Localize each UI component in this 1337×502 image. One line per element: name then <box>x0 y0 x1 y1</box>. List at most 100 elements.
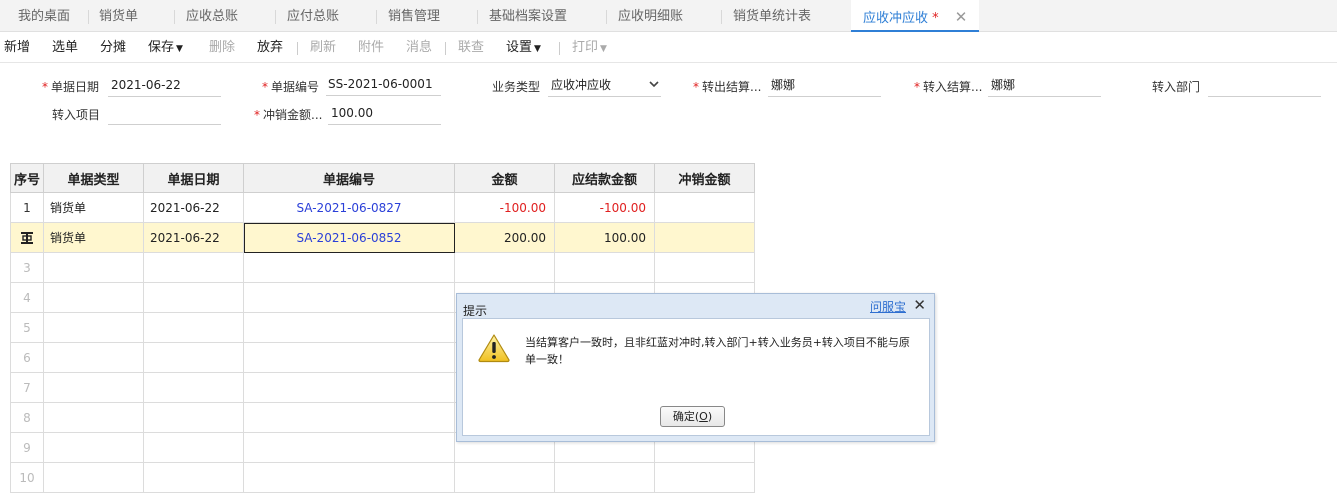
table-row[interactable]: 1 销货单 2021-06-22 SA-2021-06-0827 -100.00… <box>10 192 755 223</box>
empty-cell[interactable] <box>143 342 244 373</box>
required-marker: * <box>262 80 268 94</box>
biz-type-select[interactable]: 应收冲应收 <box>548 75 661 97</box>
select-doc-button[interactable]: 选单 <box>52 33 78 63</box>
row-insert-delete-icon[interactable] <box>20 231 34 245</box>
empty-cell[interactable] <box>243 282 455 313</box>
empty-cell[interactable] <box>243 372 455 403</box>
tab-bar: 我的桌面 销货单 应收总账 应付总账 销售管理 基础档案设置 应收明细账 销货单… <box>0 0 1337 32</box>
in-dept-field[interactable] <box>1208 75 1321 97</box>
new-button[interactable]: 新增 <box>4 33 30 63</box>
row-index: 6 <box>10 342 44 373</box>
empty-row[interactable]: 10 <box>10 462 755 493</box>
empty-cell[interactable] <box>143 312 244 343</box>
ok-button[interactable]: 确定(O) <box>660 406 725 427</box>
column-header-index[interactable]: 序号 <box>10 163 44 193</box>
empty-cell[interactable] <box>43 462 144 493</box>
empty-cell[interactable] <box>243 252 455 283</box>
doc-number-field[interactable]: SS-2021-06-0001 <box>326 74 441 96</box>
empty-cell[interactable] <box>143 402 244 433</box>
tab-payable-ledger[interactable]: 应付总账 <box>287 0 339 32</box>
empty-cell[interactable] <box>143 432 244 463</box>
empty-cell[interactable] <box>554 252 655 283</box>
empty-row[interactable]: 3 <box>10 252 755 283</box>
empty-cell[interactable] <box>554 462 655 493</box>
print-menu-button[interactable]: 打印 ▼ <box>572 33 607 63</box>
empty-cell[interactable] <box>43 402 144 433</box>
dialog-body: 当结算客户一致时，且非红蓝对冲时,转入部门+转入业务员+转入项目不能与原单一致！… <box>462 318 930 436</box>
offset-amount-cell[interactable] <box>654 192 755 223</box>
empty-cell[interactable] <box>43 342 144 373</box>
empty-cell[interactable] <box>454 252 555 283</box>
close-icon[interactable]: ✕ <box>913 296 926 314</box>
discard-button[interactable]: 放弃 <box>257 33 283 63</box>
split-button[interactable]: 分摊 <box>100 33 126 63</box>
label-text: 转出结算... <box>702 80 762 94</box>
toolbar-divider <box>445 42 446 55</box>
alert-dialog: 提示 问服宝 ✕ 当结算客户一致时，且非红蓝对冲时,转入部门+转入业务员+转入项… <box>456 293 935 442</box>
doc-date-cell[interactable]: 2021-06-22 <box>143 192 244 223</box>
amount-cell[interactable]: -100.00 <box>454 192 555 223</box>
offset-amount-label: * 冲销金额... <box>254 106 322 123</box>
delete-button[interactable]: 删除 <box>209 33 235 63</box>
empty-cell[interactable] <box>654 462 755 493</box>
tab-sales-stats[interactable]: 销货单统计表 <box>733 0 811 32</box>
row-operation-cell[interactable] <box>10 222 44 253</box>
doc-date-cell[interactable]: 2021-06-22 <box>143 222 244 253</box>
empty-cell[interactable] <box>243 462 455 493</box>
amount-cell[interactable]: 200.00 <box>454 222 555 253</box>
empty-cell[interactable] <box>243 402 455 433</box>
row-index: 7 <box>10 372 44 403</box>
due-amount-cell[interactable]: -100.00 <box>554 192 655 223</box>
save-menu-button[interactable]: 保存 ▼ <box>148 33 183 63</box>
out-customer-field[interactable]: 娜娜 <box>768 75 881 97</box>
empty-cell[interactable] <box>43 372 144 403</box>
doc-type-cell[interactable]: 销货单 <box>43 222 144 253</box>
empty-cell[interactable] <box>654 252 755 283</box>
tab-receivable-detail[interactable]: 应收明细账 <box>618 0 683 32</box>
empty-cell[interactable] <box>43 432 144 463</box>
in-project-field[interactable] <box>108 103 221 125</box>
help-link[interactable]: 问服宝 <box>870 298 906 315</box>
settings-menu-button[interactable]: 设置 ▼ <box>506 33 541 63</box>
tab-receivable-ledger[interactable]: 应收总账 <box>186 0 238 32</box>
column-header-doc-type[interactable]: 单据类型 <box>43 163 144 193</box>
due-amount-cell[interactable]: 100.00 <box>554 222 655 253</box>
doc-number-link[interactable]: SA-2021-06-0827 <box>243 192 455 223</box>
empty-cell[interactable] <box>143 372 244 403</box>
linked-query-button[interactable]: 联查 <box>458 33 484 63</box>
tab-basic-settings[interactable]: 基础档案设置 <box>489 0 567 32</box>
empty-cell[interactable] <box>43 312 144 343</box>
column-header-doc-date[interactable]: 单据日期 <box>143 163 244 193</box>
close-tab-icon[interactable]: ✕ <box>955 8 968 26</box>
doc-date-field[interactable]: 2021-06-22 <box>108 75 221 97</box>
column-header-doc-number[interactable]: 单据编号 <box>243 163 455 193</box>
tab-desktop[interactable]: 我的桌面 <box>18 0 70 32</box>
offset-amount-cell[interactable] <box>654 222 755 253</box>
column-header-offset-amount[interactable]: 冲销金额 <box>654 163 755 193</box>
tab-receivable-offset[interactable]: 应收冲应收 * ✕ <box>851 0 979 32</box>
column-header-due-amount[interactable]: 应结款金额 <box>554 163 655 193</box>
empty-cell[interactable] <box>43 282 144 313</box>
empty-cell[interactable] <box>143 462 244 493</box>
tab-sales-management[interactable]: 销售管理 <box>388 0 440 32</box>
in-customer-field[interactable]: 娜娜 <box>988 75 1101 97</box>
empty-cell[interactable] <box>243 432 455 463</box>
column-header-amount[interactable]: 金额 <box>454 163 555 193</box>
tab-sales-order[interactable]: 销货单 <box>99 0 138 32</box>
tab-label: 我的桌面 <box>18 9 71 24</box>
empty-cell[interactable] <box>243 312 455 343</box>
empty-cell[interactable] <box>454 462 555 493</box>
ok-label: 确定( <box>672 410 700 423</box>
message-button[interactable]: 消息 <box>406 33 432 63</box>
table-row[interactable]: 销货单 2021-06-22 SA-2021-06-0852 200.00 10… <box>10 222 755 253</box>
row-index: 1 <box>10 192 44 223</box>
empty-cell[interactable] <box>243 342 455 373</box>
empty-cell[interactable] <box>143 252 244 283</box>
doc-number-link[interactable]: SA-2021-06-0852 <box>243 222 455 253</box>
empty-cell[interactable] <box>143 282 244 313</box>
offset-amount-field[interactable]: 100.00 <box>328 103 441 125</box>
refresh-button[interactable]: 刷新 <box>310 33 336 63</box>
doc-type-cell[interactable]: 销货单 <box>43 192 144 223</box>
empty-cell[interactable] <box>43 252 144 283</box>
attachment-button[interactable]: 附件 <box>358 33 384 63</box>
